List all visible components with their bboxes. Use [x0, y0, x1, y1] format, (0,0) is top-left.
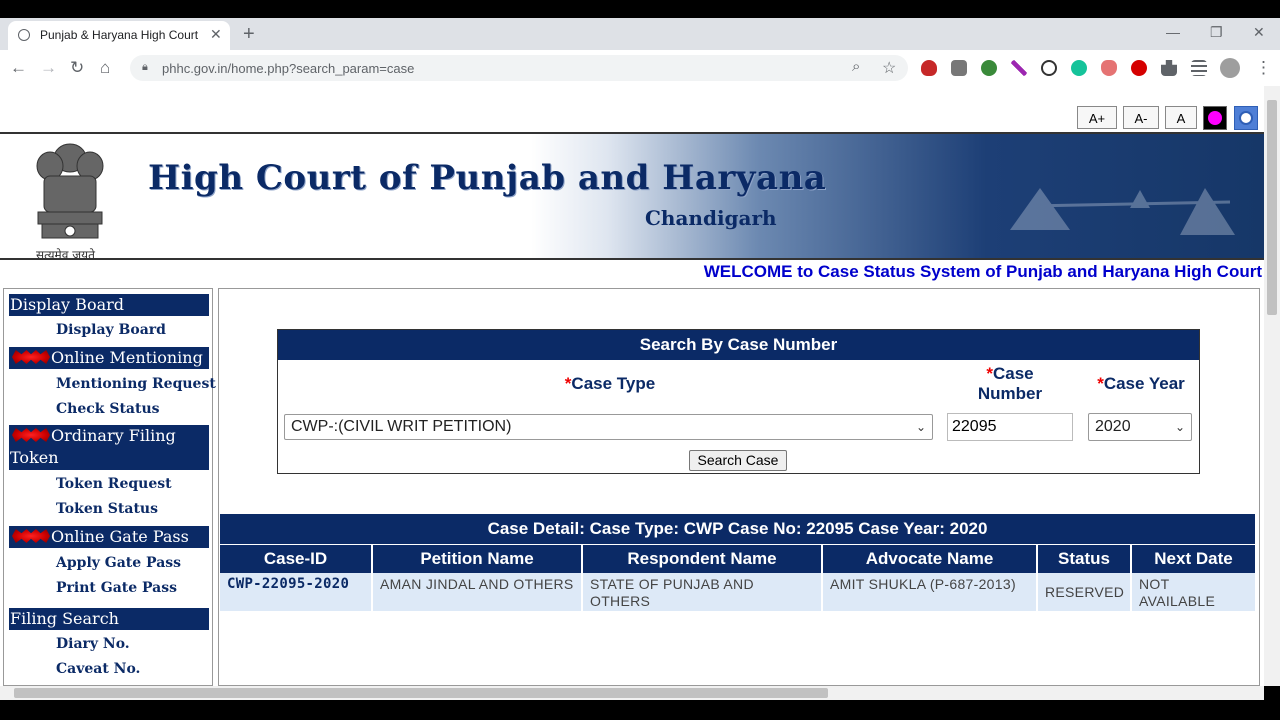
font-reset-button[interactable]: A [1165, 106, 1197, 129]
grammarly-icon[interactable] [1071, 60, 1087, 76]
emblem-motto: सत्यमेव जयते [36, 248, 95, 262]
section-title: Filing Search [10, 609, 119, 628]
new-badge-icon [12, 428, 50, 442]
cell-next-date: NOT AVAILABLE [1132, 573, 1255, 611]
restore-icon[interactable]: ❐ [1210, 24, 1223, 41]
opera-icon[interactable] [1131, 60, 1147, 76]
back-icon[interactable]: ← [10, 58, 27, 78]
font-increase-button[interactable]: A+ [1077, 106, 1117, 129]
extension-shield-icon[interactable] [921, 60, 937, 76]
tab-close-icon[interactable]: ✕ [210, 26, 222, 43]
case-type-value: CWP-:(CIVIL WRIT PETITION) [291, 418, 512, 435]
section-title: Online Gate Pass [51, 527, 189, 546]
search-panel-heading: Search By Case Number [278, 330, 1199, 360]
sidebar-link-apply-gate-pass[interactable]: Apply Gate Pass [56, 555, 181, 571]
sidebar-section-gate-pass: Online Gate Pass [9, 526, 209, 548]
court-title: High Court of Punjab and Haryana [148, 158, 827, 198]
case-detail-heading: Case Detail: Case Type: CWP Case No: 220… [220, 514, 1255, 544]
forward-icon[interactable]: → [40, 58, 57, 78]
case-year-label: *Case Year [1084, 374, 1198, 394]
cell-case-id[interactable]: CWP-22095-2020 [220, 573, 373, 611]
magenta-circle-icon [1208, 111, 1222, 125]
case-type-label: *Case Type [540, 374, 680, 394]
contrast-light-button[interactable] [1234, 106, 1258, 130]
cell-advocate: AMIT SHUKLA (P-687-2013) [823, 573, 1038, 611]
column-header-advocate: Advocate Name [823, 545, 1038, 573]
column-header-status: Status [1038, 545, 1132, 573]
minimize-icon[interactable]: — [1166, 24, 1180, 40]
sidebar-link-print-gate-pass[interactable]: Print Gate Pass [56, 580, 177, 596]
contrast-dark-button[interactable] [1203, 106, 1227, 130]
case-number-label: *Case Number [955, 364, 1065, 404]
case-number-input[interactable] [947, 413, 1073, 441]
search-case-button[interactable]: Search Case [689, 450, 787, 471]
extension-pen-icon[interactable] [1011, 60, 1027, 76]
new-tab-icon[interactable]: + [243, 23, 255, 46]
case-year-value: 2020 [1095, 418, 1131, 435]
column-header-respondent: Respondent Name [583, 545, 823, 573]
section-title: Display Board [10, 295, 124, 314]
profile-avatar[interactable] [1220, 58, 1240, 78]
window-close-icon[interactable]: ✕ [1253, 24, 1265, 41]
sidebar-section-online-mentioning: Online Mentioning [9, 347, 209, 369]
font-decrease-button[interactable]: A- [1123, 106, 1159, 129]
globe-icon [18, 29, 30, 41]
case-type-select[interactable]: CWP-:(CIVIL WRIT PETITION) ⌄ [284, 414, 933, 440]
case-year-select[interactable]: 2020 ⌄ [1088, 413, 1192, 441]
vertical-scroll-thumb[interactable] [1267, 100, 1277, 315]
chevron-down-icon: ⌄ [1174, 420, 1185, 434]
zoom-icon[interactable]: ⌕ [852, 58, 860, 75]
column-header-case-id: Case-ID [220, 545, 373, 573]
case-type-label-text: Case Type [571, 374, 656, 393]
sidebar-section-ordinary-filing: Ordinary Filing Token [9, 425, 209, 470]
cell-status: RESERVED [1038, 573, 1132, 611]
extension-shield2-icon[interactable] [1101, 60, 1117, 76]
chevron-down-icon: ⌄ [915, 420, 926, 434]
column-header-next-date: Next Date [1132, 545, 1255, 573]
sidebar-link-caveat-no[interactable]: Caveat No. [56, 661, 140, 677]
required-mark: * [1097, 374, 1104, 393]
screen-top-bar [0, 0, 1280, 18]
court-city: Chandigarh [645, 206, 777, 230]
browser-tab[interactable]: Punjab & Haryana High Court ✕ [8, 21, 230, 50]
welcome-marquee: WELCOME to Case Status System of Punjab … [703, 262, 1262, 281]
sidebar-link-display-board[interactable]: Display Board [56, 322, 166, 338]
sidebar-link-token-request[interactable]: Token Request [56, 476, 172, 492]
reload-icon[interactable]: ↻ [70, 58, 84, 78]
section-title: Online Mentioning [51, 348, 203, 367]
scales-of-justice-icon [1010, 188, 1235, 235]
lock-icon: 🔒︎ [142, 61, 148, 73]
extension-grey-icon[interactable] [951, 60, 967, 76]
white-circle-icon [1239, 111, 1253, 125]
browser-menu-icon[interactable]: ⋮ [1255, 58, 1272, 78]
national-emblem-icon [36, 143, 104, 239]
cell-respondent: STATE OF PUNJAB AND OTHERS [583, 573, 823, 611]
screen-bottom-bar [0, 700, 1280, 720]
extension-block-icon[interactable] [1041, 60, 1057, 76]
case-year-label-text: Case Year [1103, 374, 1185, 393]
new-badge-icon [12, 350, 50, 364]
address-url: phhc.gov.in/home.php?search_param=case [162, 61, 415, 76]
reading-list-icon[interactable] [1191, 60, 1207, 76]
extension-globe-icon[interactable] [981, 60, 997, 76]
tab-title: Punjab & Haryana High Court [40, 28, 199, 42]
column-header-petition: Petition Name [373, 545, 583, 573]
horizontal-scroll-thumb[interactable] [14, 688, 828, 698]
new-badge-icon [12, 529, 50, 543]
sidebar-link-check-status[interactable]: Check Status [56, 401, 160, 417]
sidebar-section-filing-search: Filing Search [9, 608, 209, 630]
address-bar[interactable]: 🔒︎ phhc.gov.in/home.php?search_param=cas… [130, 55, 908, 81]
required-mark: * [986, 364, 993, 383]
sidebar-link-diary-no[interactable]: Diary No. [56, 636, 130, 652]
bookmark-star-icon[interactable]: ☆ [882, 58, 896, 78]
cell-petition: AMAN JINDAL AND OTHERS [373, 573, 583, 611]
sidebar-link-mentioning-request[interactable]: Mentioning Request [56, 376, 216, 392]
sidebar-section-display-board: Display Board [9, 294, 209, 316]
home-icon[interactable]: ⌂ [100, 58, 110, 78]
sidebar-link-token-status[interactable]: Token Status [56, 501, 158, 517]
